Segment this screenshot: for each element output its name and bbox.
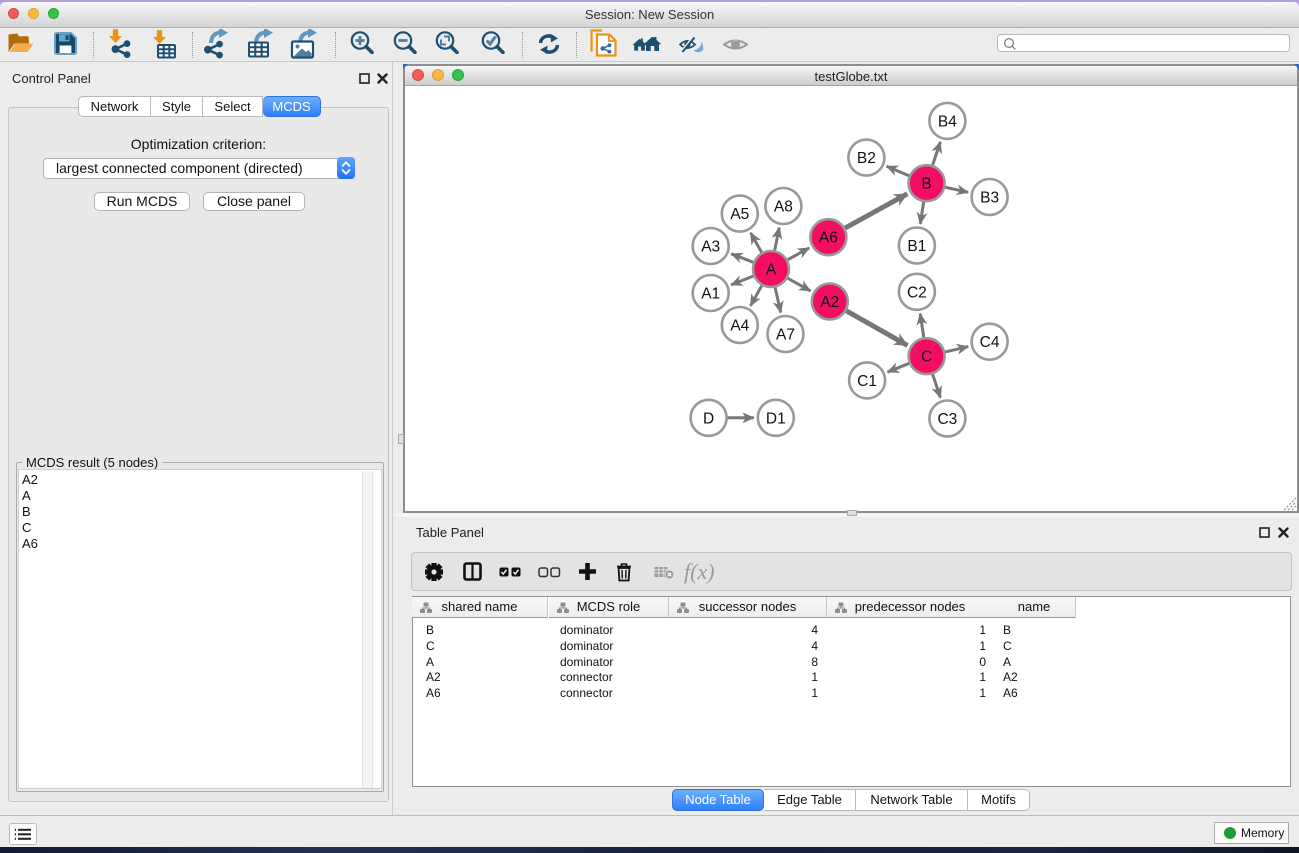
- svg-text:C: C: [921, 349, 932, 366]
- svg-text:A2: A2: [820, 294, 839, 311]
- svg-text:C4: C4: [980, 334, 1000, 351]
- svg-text:B1: B1: [907, 238, 926, 255]
- svg-text:C3: C3: [937, 411, 957, 428]
- svg-text:A1: A1: [701, 286, 720, 303]
- svg-text:D: D: [703, 410, 714, 427]
- svg-text:C2: C2: [907, 284, 927, 301]
- svg-text:A6: A6: [819, 230, 838, 247]
- svg-text:A5: A5: [730, 206, 749, 223]
- svg-text:C1: C1: [857, 373, 877, 390]
- svg-text:A3: A3: [701, 239, 720, 256]
- svg-text:B4: B4: [938, 113, 957, 130]
- svg-text:D1: D1: [766, 410, 786, 427]
- svg-text:A: A: [766, 262, 777, 279]
- svg-text:B3: B3: [980, 190, 999, 207]
- svg-text:A4: A4: [730, 318, 749, 335]
- svg-text:A8: A8: [774, 199, 793, 216]
- svg-text:A7: A7: [776, 327, 795, 344]
- svg-text:B: B: [921, 176, 931, 193]
- svg-text:B2: B2: [857, 150, 876, 167]
